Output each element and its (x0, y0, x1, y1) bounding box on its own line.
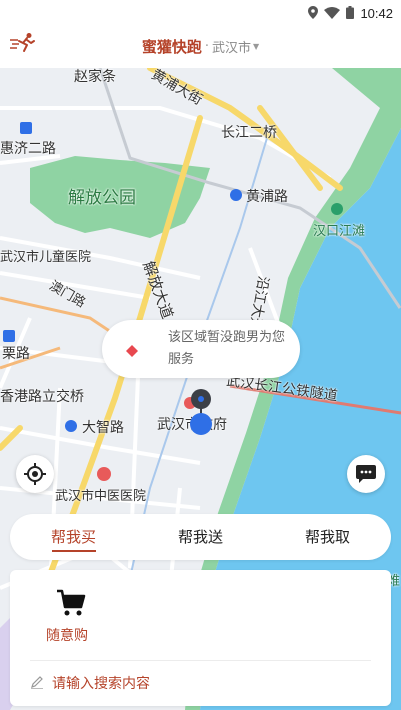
metro-station-icon (230, 189, 242, 201)
tab-buy[interactable]: 帮我买 (10, 514, 137, 560)
service-panel: 随意购 请输入搜索内容 (10, 570, 391, 706)
header-title-group[interactable]: 蜜獾快跑 · 武汉市 ▼ (0, 24, 401, 68)
map-label: 惠济二路 (0, 141, 56, 157)
metro-station-icon (20, 122, 32, 134)
map-label: 武汉市儿童医院 (0, 250, 92, 265)
locate-button[interactable] (16, 455, 54, 493)
map-label: 解放公园 (68, 188, 136, 208)
status-icons: 10:42 (308, 4, 393, 23)
map-label: 栗路 (2, 346, 30, 362)
map-label: 赵家条 (74, 69, 116, 85)
diamond-marker-icon (126, 342, 138, 357)
caret-down-icon[interactable]: ▼ (253, 42, 259, 51)
cart-icon[interactable] (56, 588, 86, 618)
app-title: 蜜獾快跑 (141, 37, 202, 56)
arterial-road (0, 296, 121, 340)
map-label: 武汉市中医医院 (55, 489, 147, 504)
service-tabs: 帮我买 帮我送 帮我取 (10, 514, 391, 560)
metro-station-icon (3, 330, 15, 342)
search-input[interactable]: 请输入搜索内容 (30, 671, 150, 695)
tab-pickup[interactable]: 帮我取 (264, 514, 391, 560)
tab-send[interactable]: 帮我送 (137, 514, 264, 560)
park-marker-icon (331, 203, 343, 215)
title-separator: · (204, 38, 209, 54)
city-selector[interactable]: 武汉市 (212, 37, 251, 56)
divider (30, 660, 371, 661)
status-bar: 10:42 (0, 0, 401, 24)
search-placeholder: 请输入搜索内容 (52, 676, 150, 692)
locate-crosshair-icon (24, 463, 46, 485)
service-notice-text: 该区域暂没跑男为您服务 (168, 330, 286, 367)
map-label: 黄浦路 (246, 189, 288, 205)
service-label[interactable]: 随意购 (46, 625, 88, 645)
wifi-icon (324, 4, 341, 23)
hospital-marker-icon (97, 467, 111, 481)
chat-button[interactable] (347, 455, 385, 493)
map-label: 香港路立交桥 (0, 389, 84, 405)
location-icon (308, 4, 319, 23)
map-label: 汉口江滩 (313, 224, 366, 239)
map-label: 长江二桥 (221, 125, 277, 141)
map-label: 大智路 (82, 420, 124, 436)
location-pin-icon[interactable] (190, 388, 212, 436)
metro-station-icon (65, 420, 77, 432)
battery-icon (346, 4, 355, 23)
app-header: 蜜獾快跑 · 武汉市 ▼ (0, 24, 401, 68)
pencil-icon (30, 674, 44, 693)
status-time: 10:42 (360, 6, 393, 21)
chat-icon (356, 465, 376, 483)
service-notice-bubble: 该区域暂没跑男为您服务 (102, 320, 300, 378)
